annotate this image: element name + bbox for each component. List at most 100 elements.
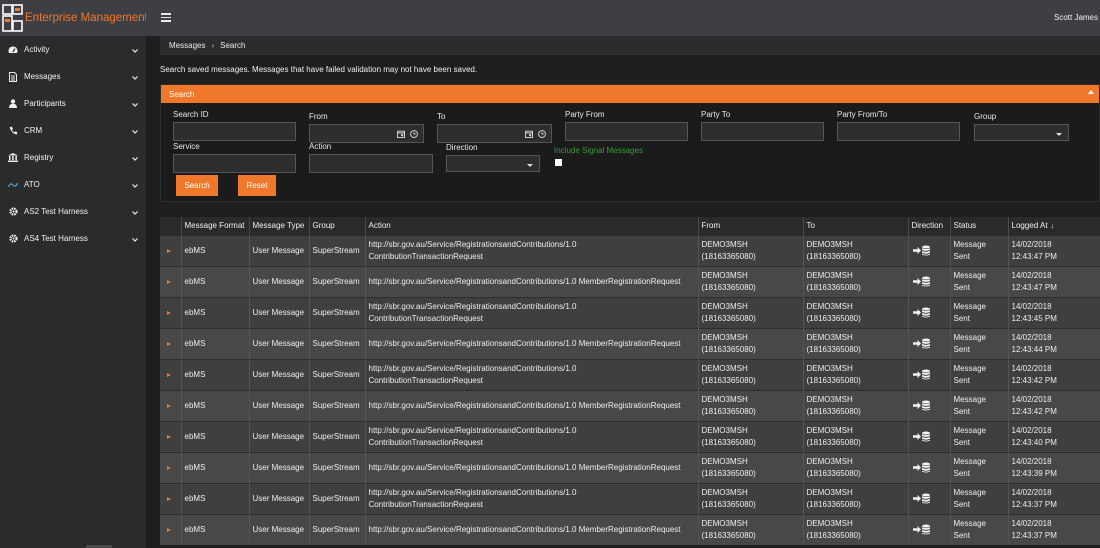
table-row[interactable]: ebMS User Message SuperStream http://sbr.go…	[160, 482, 1100, 514]
table-row[interactable]: ebMS User Message SuperStream http://sbr.go…	[160, 358, 1100, 390]
expand-cell[interactable]	[160, 389, 182, 421]
expand-cell[interactable]	[160, 513, 182, 545]
group-field: Group	[974, 112, 1069, 141]
clock-icon[interactable]	[410, 130, 418, 138]
expand-row-icon[interactable]	[167, 465, 171, 470]
to-cell: DEMO3MSH (18163365080)	[803, 420, 909, 452]
breadcrumb-messages-link[interactable]: Messages	[169, 41, 205, 50]
party-from-input[interactable]	[565, 122, 688, 141]
sidebar-item-label: ATO	[24, 180, 40, 189]
from-label: From	[309, 112, 328, 121]
column-header-message-format[interactable]: Message Format	[181, 217, 250, 235]
expand-cell[interactable]	[160, 420, 182, 452]
sidebar-item-as4-test-harness[interactable]: AS4 Test Harness	[0, 225, 146, 252]
party-to-label: Party To	[701, 110, 731, 119]
sidebar-item-ato[interactable]: ATO	[0, 171, 146, 198]
expand-row-icon[interactable]	[167, 279, 171, 284]
expand-cell[interactable]	[160, 327, 182, 359]
brand[interactable]: Enterprise Management	[0, 0, 148, 36]
table-row[interactable]: ebMS User Message SuperStream http://sbr.go…	[160, 513, 1100, 545]
expand-cell[interactable]	[160, 482, 182, 514]
message-format-cell: ebMS	[181, 513, 250, 545]
column-header-status[interactable]: Status	[950, 217, 1009, 235]
expand-cell[interactable]	[160, 358, 182, 390]
from-cell: DEMO3MSH (18163365080)	[698, 327, 804, 359]
sidebar-item-crm[interactable]: CRM	[0, 117, 146, 144]
column-header-to[interactable]: To	[803, 217, 909, 235]
column-header-message-type[interactable]: Message Type	[249, 217, 310, 235]
action-line: ContributionTransactionRequest	[368, 251, 483, 261]
party-from-to-input[interactable]	[837, 122, 960, 141]
table-row[interactable]: ebMS User Message SuperStream http://sbr.go…	[160, 327, 1100, 359]
sidebar-item-activity[interactable]: Activity	[0, 36, 146, 63]
from-name: DEMO3MSH	[701, 332, 748, 342]
column-header-action[interactable]: Action	[365, 217, 699, 235]
to-id: (18163365080)	[806, 344, 861, 354]
expand-row-icon[interactable]	[167, 434, 171, 439]
table-row[interactable]: ebMS User Message SuperStream http://sbr.go…	[160, 451, 1100, 483]
action-field: Action	[309, 142, 433, 173]
message-type-cell: User Message	[249, 358, 310, 390]
table-row[interactable]: ebMS User Message SuperStream http://sbr.go…	[160, 420, 1100, 452]
to-name: DEMO3MSH	[806, 270, 853, 280]
table-row[interactable]: ebMS User Message SuperStream http://sbr.go…	[160, 389, 1100, 421]
clock-icon[interactable]	[538, 130, 546, 138]
expand-row-icon[interactable]	[167, 496, 171, 501]
action-line: http://sbr.gov.au/Service/Registrationsa…	[368, 276, 681, 286]
column-header-from[interactable]: From	[698, 217, 804, 235]
user-menu[interactable]: Scott James	[1054, 13, 1098, 22]
expand-row-icon[interactable]	[167, 403, 171, 408]
expand-row-icon[interactable]	[167, 310, 171, 315]
sidebar-item-participants[interactable]: Participants	[0, 90, 146, 117]
reset-button[interactable]: Reset	[238, 175, 276, 196]
status-line: Sent	[953, 499, 970, 509]
search-panel-header[interactable]: Search	[161, 85, 1099, 103]
expand-cell[interactable]	[160, 265, 182, 297]
expand-row-icon[interactable]	[167, 248, 171, 253]
collapse-icon[interactable]	[1088, 90, 1094, 94]
table-row[interactable]: ebMS User Message SuperStream http://sbr.go…	[160, 265, 1100, 297]
expand-cell[interactable]	[160, 296, 182, 328]
sort-descending-icon[interactable]: ↓	[1051, 223, 1055, 230]
service-input[interactable]	[173, 154, 296, 173]
action-input[interactable]	[309, 154, 433, 173]
column-header-logged-at[interactable]: Logged At ↓	[1008, 217, 1100, 235]
sidebar-item-as2-test-harness[interactable]: AS2 Test Harness	[0, 198, 146, 225]
calendar-icon[interactable]	[525, 130, 533, 138]
table-row[interactable]: ebMS User Message SuperStream http://sbr.go…	[160, 296, 1100, 328]
hamburger-menu-icon[interactable]	[161, 13, 171, 22]
calendar-icon[interactable]	[397, 130, 405, 138]
from-id: (18163365080)	[701, 282, 756, 292]
expand-row-icon[interactable]	[167, 341, 171, 346]
from-name: DEMO3MSH	[701, 456, 748, 466]
expand-row-icon[interactable]	[167, 372, 171, 377]
sidebar-item-registry[interactable]: Registry	[0, 144, 146, 171]
direction-select[interactable]	[446, 155, 540, 172]
party-to-input[interactable]	[701, 122, 824, 141]
expand-cell[interactable]	[160, 234, 182, 266]
outbound-database-icon	[912, 431, 950, 442]
to-id: (18163365080)	[806, 499, 861, 509]
logged-date: 14/02/2018	[1011, 363, 1052, 373]
logged-at-cell: 14/02/2018 12:43:45 PM	[1008, 296, 1100, 328]
column-header-direction[interactable]: Direction	[908, 217, 951, 235]
chevron-down-icon	[132, 181, 138, 190]
from-date-input[interactable]	[309, 124, 424, 143]
logged-at-cell: 14/02/2018 12:43:42 PM	[1008, 389, 1100, 421]
group-select[interactable]	[974, 124, 1069, 141]
sidebar-item-messages[interactable]: Messages	[0, 63, 146, 90]
group-cell: SuperStream	[309, 389, 366, 421]
message-type-cell: User Message	[249, 513, 310, 545]
logged-date: 14/02/2018	[1011, 270, 1052, 280]
table-row[interactable]: ebMS User Message SuperStream http://sbr.go…	[160, 234, 1100, 266]
expand-cell[interactable]	[160, 451, 182, 483]
search-id-input[interactable]	[173, 122, 296, 141]
column-header-group[interactable]: Group	[309, 217, 366, 235]
action-line: http://sbr.gov.au/Service/Registrationsa…	[368, 462, 681, 472]
group-cell: SuperStream	[309, 451, 366, 483]
to-date-input[interactable]	[437, 124, 552, 143]
search-panel: Search Search ID From To Party From Part…	[160, 84, 1100, 202]
expand-row-icon[interactable]	[167, 527, 171, 532]
search-button[interactable]: Search	[176, 175, 218, 196]
include-signal-checkbox[interactable]	[555, 159, 562, 166]
